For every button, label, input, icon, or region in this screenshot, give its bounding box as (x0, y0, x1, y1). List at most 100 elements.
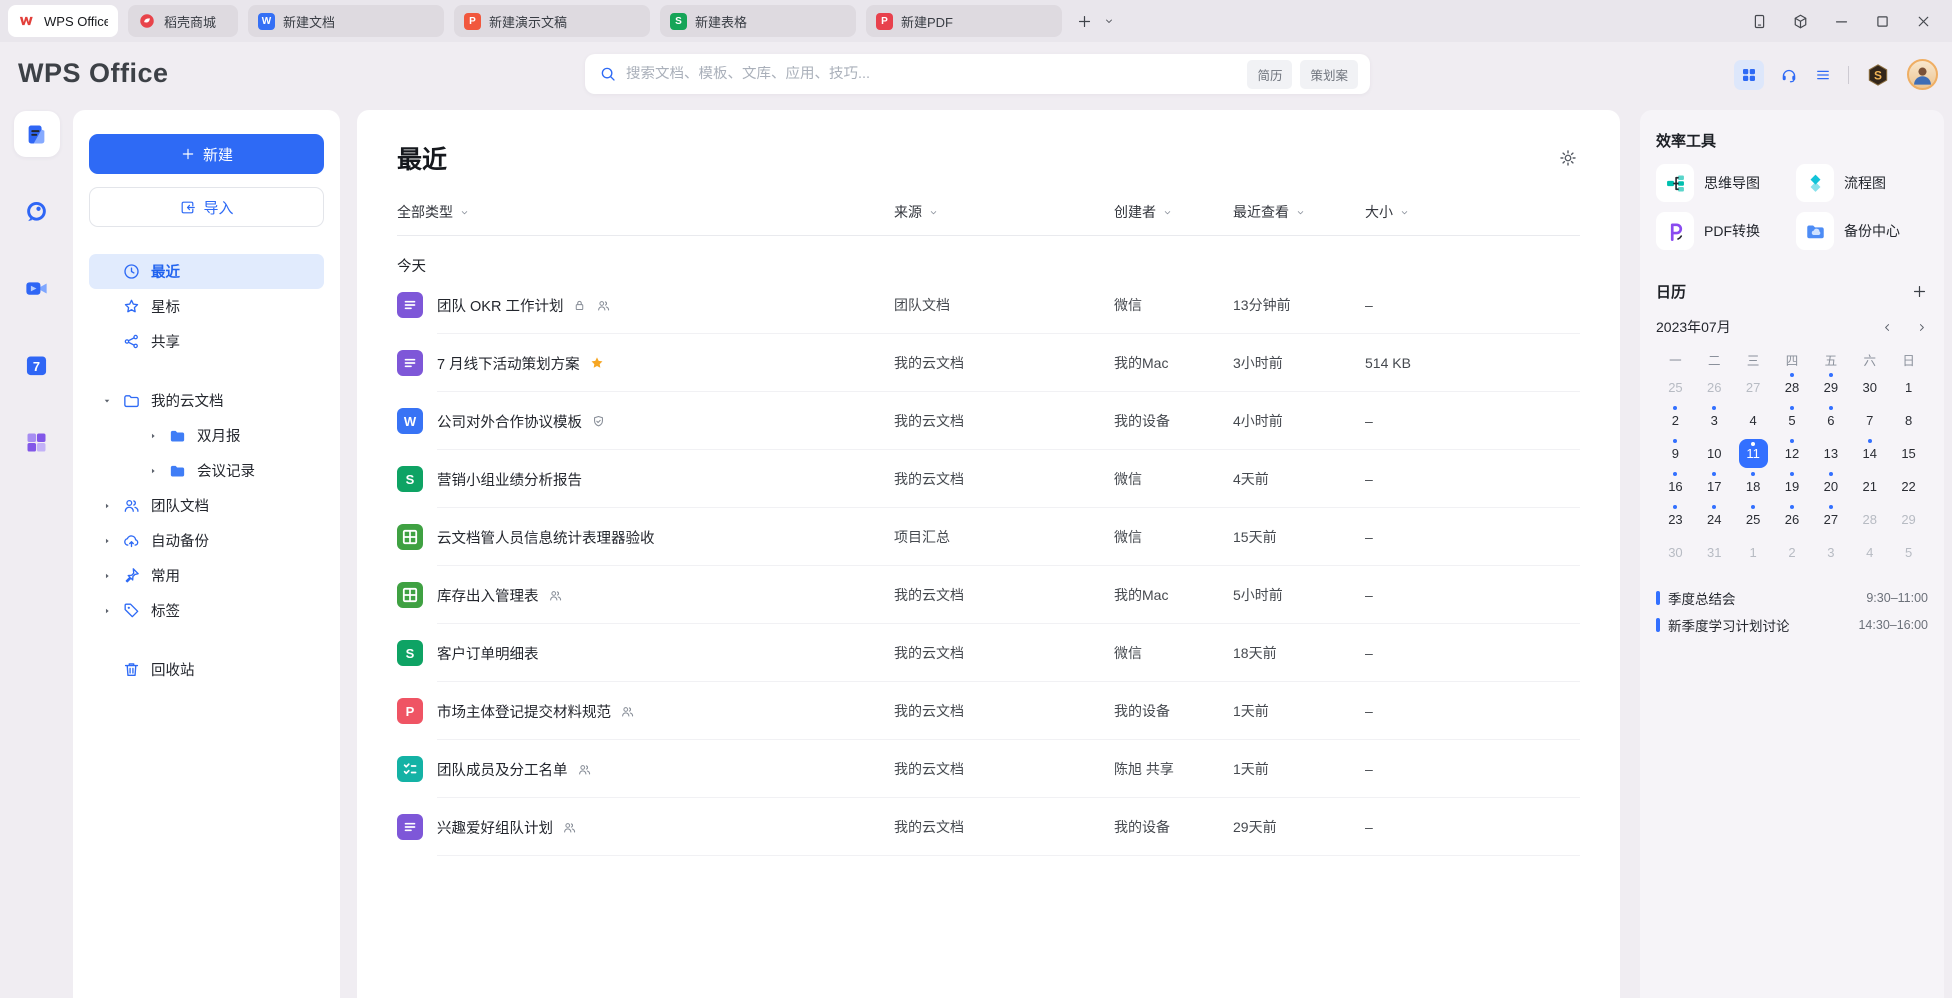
filter-source[interactable]: 来源 (894, 202, 939, 222)
sidebar-item-star[interactable]: 星标 (89, 289, 324, 324)
tab-docer[interactable]: 稻壳商城 (128, 5, 238, 37)
calendar-day[interactable]: 5 (1889, 536, 1928, 569)
calendar-day[interactable]: 29 (1811, 371, 1850, 404)
cube-icon[interactable] (1792, 13, 1809, 30)
gear-icon[interactable] (1558, 148, 1578, 168)
sidebar-tree-item[interactable]: 团队文档 (89, 488, 324, 523)
caret-right-icon[interactable] (148, 431, 158, 441)
caret-down-icon[interactable] (102, 396, 112, 406)
calendar-day[interactable]: 28 (1850, 503, 1889, 536)
vip-badge-icon[interactable]: S (1865, 62, 1891, 88)
search-input[interactable] (626, 66, 1238, 82)
calendar-day[interactable]: 27 (1734, 371, 1773, 404)
add-tab-icon[interactable] (1076, 13, 1093, 30)
calendar-day[interactable]: 3 (1695, 404, 1734, 437)
calendar-day[interactable]: 26 (1773, 503, 1812, 536)
calendar-day[interactable]: 1 (1734, 536, 1773, 569)
calendar-day[interactable]: 10 (1695, 437, 1734, 470)
sidebar-tree-item[interactable]: 我的云文档 (89, 383, 324, 418)
file-row[interactable]: 云文档管人员信息统计表理器验收项目汇总微信15天前– (397, 508, 1580, 566)
calendar-day[interactable]: 23 (1656, 503, 1695, 536)
rail-item-calendar-7[interactable]: 7 (14, 342, 60, 388)
file-row[interactable]: 库存出入管理表我的云文档我的Mac5小时前– (397, 566, 1580, 624)
caret-right-icon[interactable] (102, 571, 112, 581)
file-row[interactable]: 团队 OKR 工作计划团队文档微信13分钟前– (397, 276, 1580, 334)
apps-grid-button[interactable] (1734, 60, 1764, 90)
file-row[interactable]: S营销小组业绩分析报告我的云文档微信4天前– (397, 450, 1580, 508)
file-row[interactable]: S客户订单明细表我的云文档微信18天前– (397, 624, 1580, 682)
calendar-day[interactable]: 17 (1695, 470, 1734, 503)
tab-writer-file[interactable]: W新建文档 (248, 5, 444, 37)
calendar-day[interactable]: 9 (1656, 437, 1695, 470)
file-row[interactable]: 兴趣爱好组队计划我的云文档我的设备29天前– (397, 798, 1580, 856)
calendar-event[interactable]: 季度总结会9:30–11:00 (1656, 584, 1928, 611)
caret-right-icon[interactable] (102, 606, 112, 616)
calendar-day[interactable]: 19 (1773, 470, 1812, 503)
calendar-day[interactable]: 4 (1734, 404, 1773, 437)
filter-all-types[interactable]: 全部类型 (397, 202, 470, 222)
calendar-day[interactable]: 6 (1811, 404, 1850, 437)
maximize-icon[interactable] (1874, 13, 1891, 30)
calendar-day[interactable]: 30 (1850, 371, 1889, 404)
sidebar-item-clock[interactable]: 最近 (89, 254, 324, 289)
rail-item-meeting[interactable] (14, 265, 60, 311)
minimize-icon[interactable] (1833, 13, 1850, 30)
calendar-day-selected[interactable]: 11 (1734, 437, 1773, 470)
tab-pdf-file[interactable]: P新建PDF (866, 5, 1062, 37)
calendar-day[interactable]: 5 (1773, 404, 1812, 437)
calendar-day[interactable]: 29 (1889, 503, 1928, 536)
headset-icon[interactable] (1780, 66, 1798, 84)
file-row[interactable]: 团队成员及分工名单我的云文档陈旭 共享1天前– (397, 740, 1580, 798)
avatar[interactable] (1907, 59, 1938, 90)
device-icon[interactable] (1751, 13, 1768, 30)
chevron-right-icon[interactable] (1915, 321, 1928, 334)
filter-creator[interactable]: 创建者 (1114, 202, 1173, 222)
calendar-day[interactable]: 12 (1773, 437, 1812, 470)
file-row[interactable]: P市场主体登记提交材料规范我的云文档我的设备1天前– (397, 682, 1580, 740)
calendar-day[interactable]: 16 (1656, 470, 1695, 503)
search-hot-tag[interactable]: 简历 (1247, 60, 1292, 89)
calendar-day[interactable]: 14 (1850, 437, 1889, 470)
calendar-day[interactable]: 20 (1811, 470, 1850, 503)
sidebar-tree-item[interactable]: 自动备份 (89, 523, 324, 558)
calendar-day[interactable]: 18 (1734, 470, 1773, 503)
calendar-day[interactable]: 22 (1889, 470, 1928, 503)
calendar-day[interactable]: 25 (1734, 503, 1773, 536)
calendar-day[interactable]: 8 (1889, 404, 1928, 437)
filter-last-viewed[interactable]: 最近查看 (1233, 202, 1306, 222)
search-bar[interactable]: 简历策划案 (585, 54, 1370, 94)
file-row[interactable]: W公司对外合作协议模板我的云文档我的设备4小时前– (397, 392, 1580, 450)
tab-ppt-file[interactable]: P新建演示文稿 (454, 5, 650, 37)
calendar-day[interactable]: 31 (1695, 536, 1734, 569)
menu-icon[interactable] (1814, 66, 1832, 84)
rail-item-docs-home[interactable] (14, 111, 60, 157)
sidebar-item-share[interactable]: 共享 (89, 324, 324, 359)
calendar-event[interactable]: 新季度学习计划讨论14:30–16:00 (1656, 611, 1928, 638)
sidebar-item-trash[interactable]: 回收站 (89, 652, 324, 687)
filter-size[interactable]: 大小 (1365, 202, 1410, 222)
rail-item-chat[interactable] (14, 188, 60, 234)
tool-mindmap[interactable]: 思维导图 (1656, 164, 1788, 202)
calendar-day[interactable]: 27 (1811, 503, 1850, 536)
caret-right-icon[interactable] (102, 501, 112, 511)
calendar-day[interactable]: 15 (1889, 437, 1928, 470)
tab-wps-logo[interactable]: WPS Office (8, 5, 118, 37)
calendar-day[interactable]: 24 (1695, 503, 1734, 536)
new-button[interactable]: 新建 (89, 134, 324, 174)
calendar-day[interactable]: 30 (1656, 536, 1695, 569)
tool-backup[interactable]: 备份中心 (1796, 212, 1928, 250)
calendar-day[interactable]: 3 (1811, 536, 1850, 569)
sidebar-tree-item[interactable]: 标签 (89, 593, 324, 628)
calendar-day[interactable]: 1 (1889, 371, 1928, 404)
calendar-day[interactable]: 21 (1850, 470, 1889, 503)
rail-item-workspace[interactable] (14, 419, 60, 465)
calendar-day[interactable]: 28 (1773, 371, 1812, 404)
search-hot-tag[interactable]: 策划案 (1300, 60, 1358, 89)
tab-list-chevron-icon[interactable] (1103, 15, 1115, 27)
calendar-day[interactable]: 25 (1656, 371, 1695, 404)
sidebar-tree-item[interactable]: 会议记录 (89, 453, 324, 488)
calendar-day[interactable]: 2 (1773, 536, 1812, 569)
close-icon[interactable] (1915, 13, 1932, 30)
caret-right-icon[interactable] (148, 466, 158, 476)
add-event-icon[interactable] (1911, 283, 1928, 300)
